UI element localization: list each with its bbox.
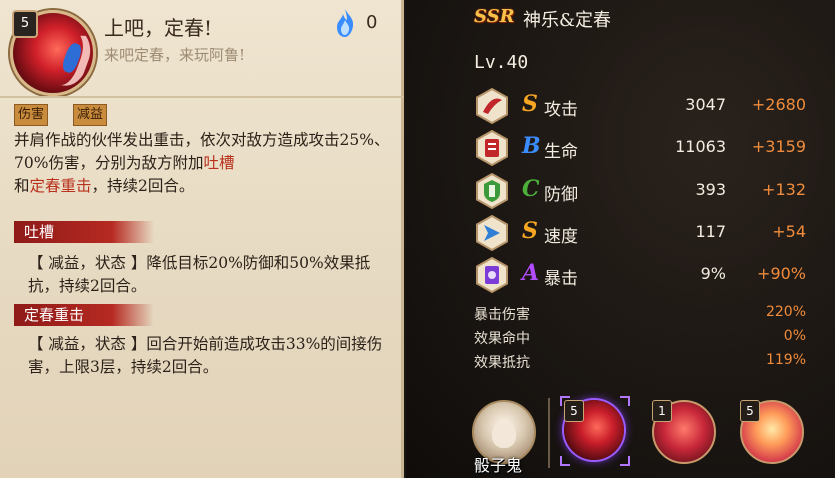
shikigami-detail-screen: 5 上吧，定春! 来吧定春，来玩阿鲁! 0 伤害 减益 并肩作战的伙伴发出重击，… bbox=[0, 0, 835, 478]
desc-highlight-tucao: 吐槽 bbox=[203, 154, 235, 172]
skill-description: 并肩作战的伙伴发出重击，依次对敌方造成攻击25%、70%伤害，分别为敌方附加吐槽… bbox=[14, 129, 400, 198]
desc-text: 和 bbox=[14, 177, 30, 195]
rarity-badge: SSR bbox=[474, 6, 515, 27]
substat-label: 效果命中 bbox=[474, 331, 530, 347]
skill-slot-3-level: 5 bbox=[740, 400, 760, 422]
substat-value: 220% bbox=[765, 304, 806, 320]
selection-corner bbox=[620, 396, 630, 406]
stat-base-value: 3047 bbox=[685, 95, 726, 114]
hero-level: Lv.40 bbox=[474, 52, 529, 73]
effect-banner-dingchun: 定春重击 bbox=[14, 304, 154, 326]
stat-bonus-value: +3159 bbox=[751, 137, 806, 156]
stat-grade: B bbox=[522, 133, 541, 159]
health-icon bbox=[476, 130, 508, 166]
skill-title: 上吧，定春! bbox=[104, 16, 213, 40]
tag-damage: 伤害 bbox=[14, 104, 49, 126]
onibi-cost: 0 bbox=[366, 12, 378, 33]
stat-label: 攻击 bbox=[544, 100, 578, 120]
stat-bonus-value: +132 bbox=[762, 180, 806, 199]
substat-label: 效果抵抗 bbox=[474, 355, 530, 371]
stat-grade: S bbox=[522, 218, 538, 244]
hero-name: 神乐&定春 bbox=[523, 10, 612, 31]
selection-corner bbox=[560, 396, 570, 406]
stat-row-attack: S 攻击 3047 +2680 bbox=[474, 88, 814, 124]
divider bbox=[0, 96, 404, 98]
stat-bonus-value: +2680 bbox=[751, 95, 806, 114]
skill-detail-panel: 5 上吧，定春! 来吧定春，来玩阿鲁! 0 伤害 减益 并肩作战的伙伴发出重击，… bbox=[0, 0, 404, 478]
stat-label: 暴击 bbox=[544, 269, 578, 289]
crit-icon bbox=[476, 257, 508, 293]
desc-text: ，持续2回合。 bbox=[91, 177, 195, 195]
substat-effect-resist: 效果抵抗 119% bbox=[474, 352, 806, 374]
skill-slot-2-level: 1 bbox=[652, 400, 672, 422]
substat-value: 119% bbox=[765, 352, 806, 368]
stat-row-crit: A 暴击 9% +90% bbox=[474, 257, 814, 293]
stat-base-value: 117 bbox=[695, 222, 726, 241]
stat-base-value: 393 bbox=[695, 180, 726, 199]
separator bbox=[548, 398, 550, 468]
stat-row-defense: C 防御 393 +132 bbox=[474, 173, 814, 209]
stat-bonus-value: +90% bbox=[757, 264, 806, 283]
substat-label: 暴击伤害 bbox=[474, 307, 530, 323]
stat-grade: S bbox=[522, 91, 538, 117]
desc-highlight-dingchun: 定春重击 bbox=[29, 177, 92, 195]
stat-label: 生命 bbox=[544, 142, 578, 162]
effect-banner-tucao: 吐槽 bbox=[14, 221, 154, 243]
selection-corner bbox=[560, 456, 570, 466]
substat-value: 0% bbox=[783, 328, 806, 344]
effect-text-tucao: 【 减益，状态 】降低目标20%防御和50%效果抵抗，持续2回合。 bbox=[28, 254, 371, 295]
defense-icon bbox=[476, 173, 508, 209]
stat-base-value: 9% bbox=[700, 264, 726, 283]
desc-text: 并肩作战的伙伴发出重击，依次对敌方造成攻击25%、70%伤害，分别为敌方附加 bbox=[14, 131, 390, 172]
stat-row-speed: S 速度 117 +54 bbox=[474, 215, 814, 251]
substat-effect-hit: 效果命中 0% bbox=[474, 328, 806, 350]
partner-name: 骰子鬼 bbox=[474, 456, 523, 475]
stat-label: 速度 bbox=[544, 227, 578, 247]
stat-grade: A bbox=[522, 260, 540, 286]
speed-icon bbox=[476, 215, 508, 251]
skill-level-badge: 5 bbox=[12, 10, 38, 38]
substat-crit-damage: 暴击伤害 220% bbox=[474, 304, 806, 326]
selection-corner bbox=[620, 456, 630, 466]
stat-label: 防御 bbox=[544, 185, 578, 205]
stat-grade: C bbox=[522, 176, 540, 202]
stat-bonus-value: +54 bbox=[772, 222, 806, 241]
effect-text-dingchun: 【 减益，状态 】回合开始前造成攻击33%的间接伤害，上限3层，持续2回合。 bbox=[28, 335, 383, 376]
attack-icon bbox=[476, 88, 508, 124]
stat-row-health: B 生命 11063 +3159 bbox=[474, 130, 814, 166]
stat-base-value: 11063 bbox=[675, 137, 726, 156]
skill-subtitle: 来吧定春，来玩阿鲁! bbox=[104, 46, 246, 64]
tag-debuff: 减益 bbox=[73, 104, 108, 126]
onibi-fire-icon bbox=[337, 9, 354, 37]
